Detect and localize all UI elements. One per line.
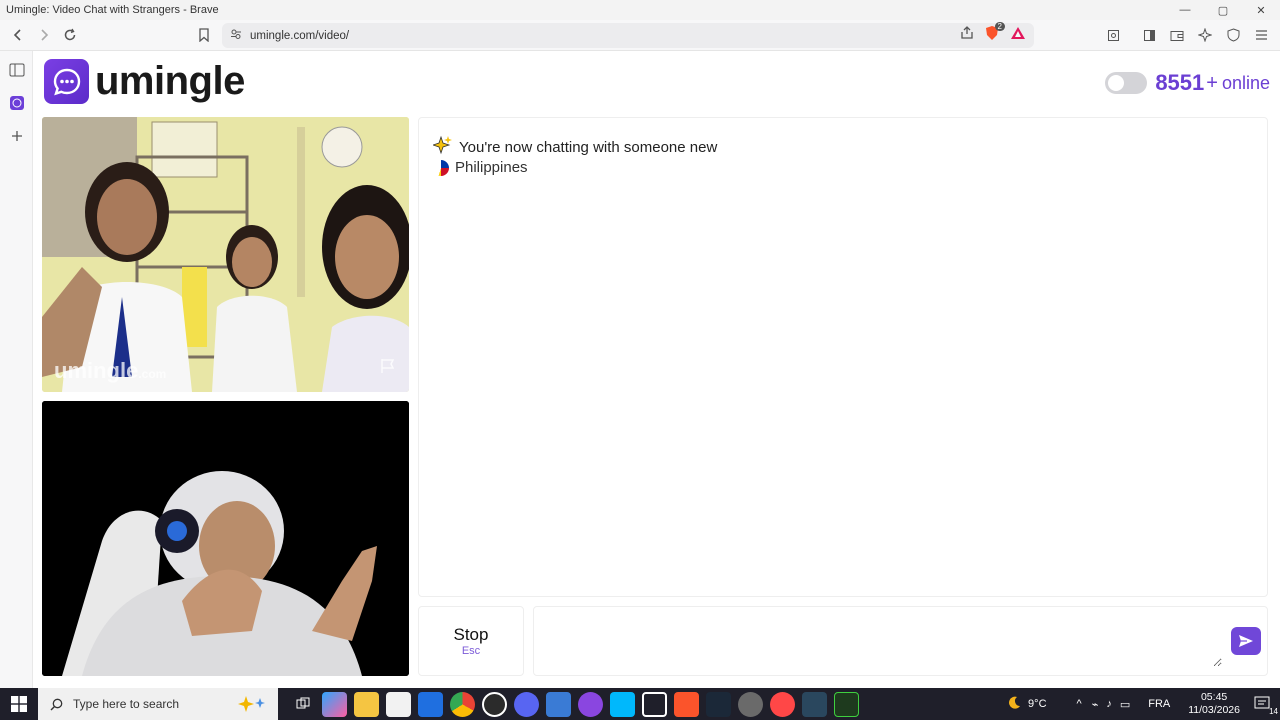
back-icon[interactable] (5, 22, 31, 48)
tray-battery-icon[interactable]: ▭ (1120, 698, 1130, 711)
weather-moon-icon[interactable] (1006, 695, 1022, 714)
site-info-icon[interactable] (230, 27, 242, 45)
leo-ai-icon[interactable] (1192, 22, 1218, 48)
url-text: umingle.com/video/ (250, 29, 350, 42)
vpn-icon[interactable] (1220, 22, 1246, 48)
cube-app-icon[interactable] (418, 691, 443, 717)
send-icon (1239, 635, 1253, 647)
temperature[interactable]: 9°C (1028, 698, 1046, 710)
theme-toggle[interactable] (1105, 72, 1148, 94)
browser-toolbar: umingle.com/video/ 2 (0, 20, 1280, 51)
bookmark-icon[interactable] (191, 22, 217, 48)
stranger-video: umingle.com (42, 117, 409, 392)
online-label: online (1221, 72, 1270, 93)
self-video-scene (42, 401, 409, 676)
browser-sidebar (0, 51, 33, 688)
taskbar-apps (290, 691, 859, 717)
wallet-icon[interactable] (1164, 22, 1190, 48)
notification-count: 14 (1269, 706, 1278, 716)
message-input[interactable] (542, 615, 1222, 667)
report-flag-icon[interactable] (379, 357, 397, 380)
self-video (42, 401, 409, 676)
menu-icon[interactable] (1248, 22, 1274, 48)
task-view-icon[interactable] (290, 692, 315, 717)
clock-date: 11/03/2026 (1188, 704, 1240, 716)
obs-icon[interactable] (482, 691, 507, 717)
sidebar-toggle-icon[interactable] (1136, 22, 1162, 48)
reader-mode-icon[interactable] (1100, 22, 1126, 48)
start-icon[interactable] (0, 688, 38, 720)
stop-button[interactable]: Stop Esc (418, 606, 524, 676)
steam-icon[interactable] (706, 691, 731, 717)
taskbar-search[interactable]: Type here to search (38, 688, 278, 720)
browser-extensions (1100, 22, 1274, 48)
logi-icon[interactable] (610, 691, 635, 717)
country-name: Philippines (455, 159, 528, 176)
logo-chat-icon (44, 59, 89, 104)
window-controls: — ▢ ✕ (1166, 0, 1280, 20)
camera-app-icon[interactable] (546, 691, 571, 717)
chat-status-text: You're now chatting with someone new (459, 138, 718, 156)
chat-status-line: You're now chatting with someone new (431, 135, 718, 159)
address-bar[interactable]: umingle.com/video/ 2 (222, 22, 1034, 48)
stranger-country: Philippines (433, 159, 528, 176)
close-window-button[interactable]: ✕ (1242, 0, 1280, 20)
reload-icon[interactable] (57, 22, 83, 48)
logo-text: umingle (95, 59, 245, 103)
online-count: 8551 (1155, 70, 1205, 95)
circle-app-icon[interactable] (578, 691, 603, 717)
window-titlebar: Umingle: Video Chat with Strangers - Bra… (0, 0, 1280, 20)
online-indicator: 8551 + online (1105, 70, 1270, 96)
window-title: Umingle: Video Chat with Strangers - Bra… (6, 4, 219, 16)
copilot-icon[interactable] (322, 691, 347, 717)
chrome-icon[interactable] (450, 691, 475, 717)
steam-alt-icon[interactable] (802, 691, 827, 717)
message-box (533, 606, 1268, 676)
system-tray: 9°C ^ ⌁ ♪ ▭ FRA 05:45 11/03/2026 14 (1006, 688, 1280, 720)
site-logo[interactable]: umingle (44, 59, 245, 104)
brave-rewards-icon[interactable] (1010, 25, 1026, 46)
terminal-icon[interactable] (834, 691, 859, 717)
file-explorer-icon[interactable] (354, 691, 379, 717)
launcher-icon[interactable] (642, 691, 667, 717)
windows-taskbar: Type here to search 9°C ^ ⌁ ♪ ▭ FRA 05:4… (0, 688, 1280, 720)
stop-shortcut: Esc (461, 645, 481, 657)
brave-icon[interactable] (674, 691, 699, 717)
chat-panel: You're now chatting with someone new Phi… (418, 117, 1268, 597)
clock-time: 05:45 (1200, 691, 1228, 703)
ea-icon[interactable] (770, 691, 795, 717)
philippines-flag-icon (433, 159, 449, 176)
taskbar-clock[interactable]: 05:45 11/03/2026 (1188, 691, 1240, 717)
sidebar-umingle-icon[interactable] (0, 86, 33, 119)
stranger-video-scene (42, 117, 409, 392)
video-watermark: umingle.com (54, 358, 167, 383)
send-button[interactable] (1231, 627, 1261, 655)
sidebar-panel-icon[interactable] (0, 53, 33, 86)
search-icon (50, 698, 63, 710)
online-plus: + (1206, 71, 1218, 94)
discord-icon[interactable] (514, 691, 539, 717)
sidebar-add-icon[interactable] (0, 119, 33, 152)
search-placeholder: Type here to search (73, 697, 180, 711)
store-icon[interactable] (386, 691, 411, 717)
stop-label: Stop (453, 625, 489, 644)
tray-speaker-icon[interactable]: ♪ (1106, 698, 1112, 710)
input-language[interactable]: FRA (1148, 698, 1170, 710)
game-app-icon[interactable] (738, 691, 763, 717)
tray-network-icon[interactable]: ⌁ (1092, 698, 1099, 711)
search-highlight-icon (236, 694, 268, 715)
sparkle-icon (431, 135, 453, 159)
tray-chevron-icon[interactable]: ^ (1077, 698, 1082, 710)
brave-shields-icon[interactable]: 2 (984, 22, 1005, 46)
maximize-button[interactable]: ▢ (1204, 0, 1242, 20)
forward-icon[interactable] (31, 22, 57, 48)
minimize-button[interactable]: — (1166, 0, 1204, 20)
share-icon[interactable] (960, 26, 974, 45)
shields-badge: 2 (994, 22, 1005, 31)
notification-center-icon[interactable]: 14 (1254, 695, 1278, 716)
